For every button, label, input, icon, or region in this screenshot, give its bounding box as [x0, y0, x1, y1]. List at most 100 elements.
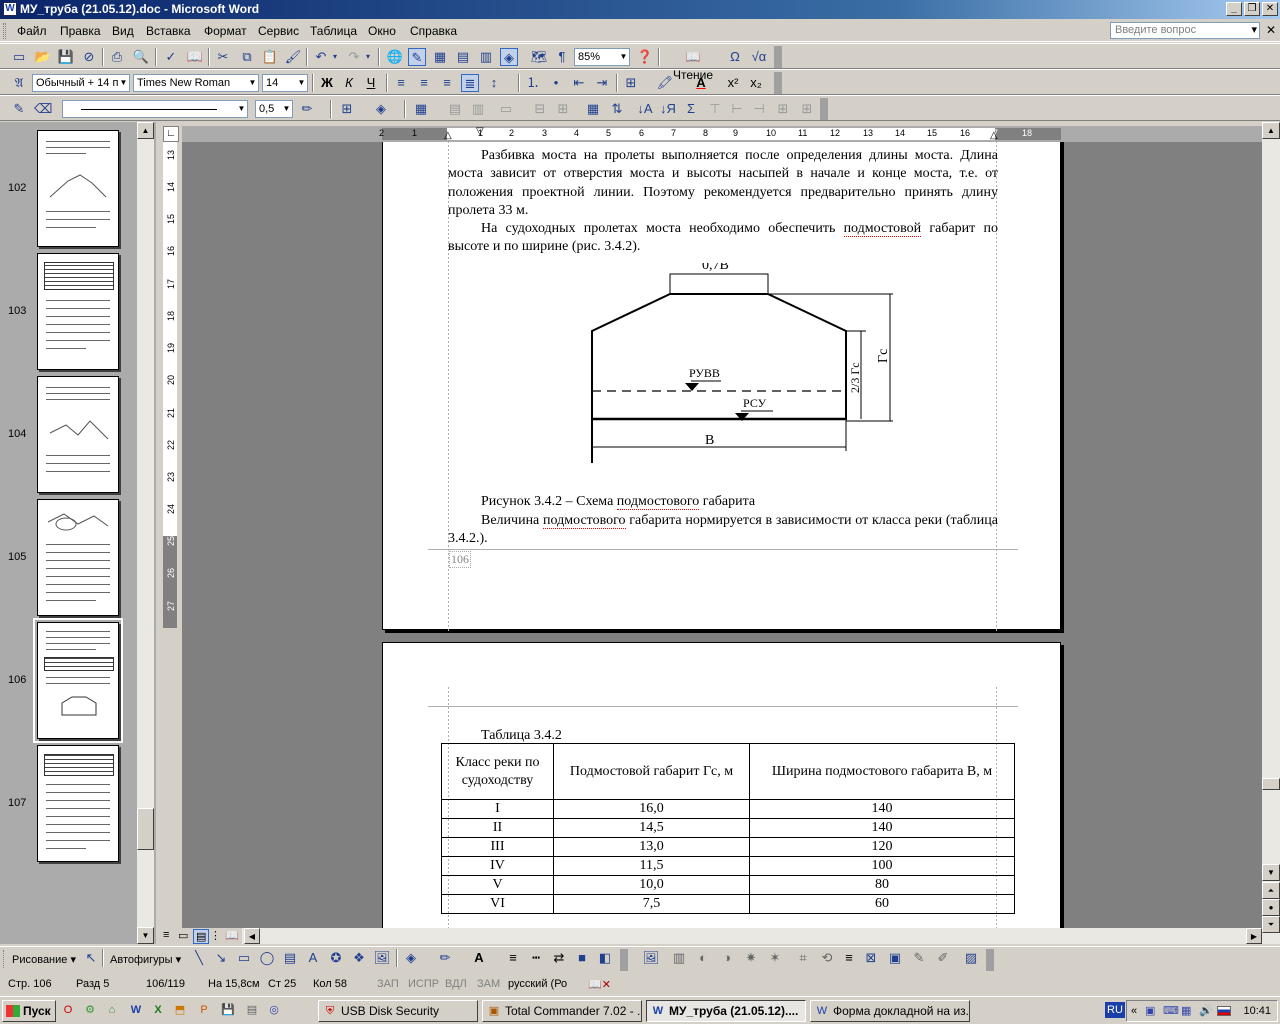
toolbar-options-icon[interactable]: [620, 949, 628, 971]
task-total-commander[interactable]: ▣ Total Commander 7.02 - ...: [482, 1000, 642, 1022]
autosum-icon[interactable]: Σ: [682, 100, 700, 118]
font-color-icon[interactable]: A: [692, 74, 710, 92]
network-icon[interactable]: ⌨: [1163, 1001, 1179, 1021]
status-record[interactable]: ЗАП: [377, 978, 399, 990]
sort-descending-icon[interactable]: ↓Я: [659, 100, 677, 118]
opera-icon[interactable]: O: [60, 1002, 76, 1018]
numbering-icon[interactable]: ⒈: [524, 74, 542, 92]
document-area[interactable]: Разбивка моста на пролеты выполняется по…: [182, 142, 1262, 928]
align-left-icon[interactable]: ≡: [392, 74, 410, 92]
line-weight-select[interactable]: 0,5 ▼: [255, 100, 293, 118]
scroll-down-icon[interactable]: ▼: [137, 927, 154, 944]
chevron-down-icon[interactable]: ▼: [118, 75, 129, 91]
print-preview-icon[interactable]: 🔍: [132, 48, 150, 66]
menu-insert[interactable]: Вставка: [146, 24, 191, 38]
picture-icon[interactable]: 🖼: [373, 949, 391, 967]
omega-symbol-icon[interactable]: Ω: [726, 48, 744, 66]
horizontal-ruler[interactable]: 2 1 1 2 3 4 5 6 7 8 9 10 11 12 13 14 15 …: [182, 126, 1262, 142]
table-tool-icon[interactable]: ⊣: [750, 100, 768, 118]
italic-button[interactable]: К: [340, 74, 358, 92]
draw-menu-button[interactable]: Рисование ▾: [12, 953, 76, 966]
dash-style-icon[interactable]: ┅: [527, 949, 545, 967]
table-row[interactable]: IV 11,5 100: [441, 856, 1015, 876]
horizontal-scrollbar[interactable]: ◀ ▶: [160, 928, 1262, 944]
spelling-icon[interactable]: ✓: [162, 48, 180, 66]
merge-cells-icon[interactable]: ▤: [446, 100, 464, 118]
tables-borders-icon[interactable]: ✎: [408, 48, 426, 66]
reading-view-icon[interactable]: 📖: [225, 929, 239, 942]
text-wrapping-icon[interactable]: ▣: [886, 949, 904, 967]
page-thumbnail[interactable]: [37, 253, 119, 370]
superscript-icon[interactable]: x²: [724, 74, 742, 92]
chevron-down-icon[interactable]: ▼: [618, 49, 629, 65]
russian-flag-icon[interactable]: [1217, 1001, 1231, 1021]
autoformat-icon[interactable]: ▦: [584, 100, 602, 118]
oval-icon[interactable]: ◯: [258, 949, 276, 967]
menu-file[interactable]: Файл: [17, 24, 47, 38]
quicklaunch-icon[interactable]: ⬒: [172, 1002, 188, 1018]
ask-question-box[interactable]: Введите вопрос ▾: [1110, 22, 1260, 39]
reset-picture-icon[interactable]: ▨: [962, 949, 980, 967]
text-direction-icon[interactable]: ⇅: [608, 100, 626, 118]
style-select[interactable]: Обычный + 14 п ▼: [32, 74, 130, 92]
draw-table-icon[interactable]: ✎: [10, 100, 28, 118]
undo-dropdown-icon[interactable]: ▾: [330, 48, 340, 66]
table-row[interactable]: I 16,0 140: [441, 799, 1015, 819]
arrow-style-icon[interactable]: ⇄: [550, 949, 568, 967]
increase-indent-icon[interactable]: ⇥: [593, 74, 611, 92]
cut-icon[interactable]: ✂: [214, 48, 232, 66]
quicklaunch-icon[interactable]: ⚙: [82, 1002, 98, 1018]
compress-icon[interactable]: ⊠: [862, 949, 880, 967]
hyperlink-icon[interactable]: 🌐: [386, 48, 404, 66]
page-107[interactable]: Таблица 3.4.2 Класс реки по судоходству …: [382, 642, 1061, 928]
open-folder-icon[interactable]: 📂: [34, 48, 52, 66]
border-color-icon[interactable]: ✏: [298, 100, 316, 118]
menu-edit[interactable]: Правка: [60, 24, 101, 38]
styles-icon[interactable]: 𝔄: [10, 74, 28, 92]
bold-button[interactable]: Ж: [318, 74, 336, 92]
table-tool-icon[interactable]: ⊞: [774, 100, 792, 118]
first-line-indent-icon[interactable]: ▽: [476, 126, 484, 137]
next-page-icon[interactable]: ⏷: [1262, 916, 1280, 933]
menu-window[interactable]: Окно: [368, 24, 396, 38]
text-box-icon[interactable]: ▤: [281, 949, 299, 967]
table-row[interactable]: V 10,0 80: [441, 875, 1015, 895]
toolbar-options-icon[interactable]: [986, 949, 994, 971]
line-style-select[interactable]: ▼: [62, 100, 248, 118]
line-color-icon[interactable]: ✏: [436, 949, 454, 967]
table-tool-icon[interactable]: ⊞: [798, 100, 816, 118]
excel-icon[interactable]: X: [150, 1002, 166, 1018]
picture-tool-icon[interactable]: ◐: [694, 949, 712, 967]
arrow-icon[interactable]: ↘: [212, 949, 230, 967]
status-overtype[interactable]: ЗАМ: [477, 978, 500, 990]
vertical-ruler[interactable]: 13 14 15 16 17 18 19 20 21 22 23 24 25 2…: [163, 142, 177, 628]
chevron-down-icon[interactable]: ▼: [236, 101, 247, 117]
decrease-indent-icon[interactable]: ⇤: [570, 74, 588, 92]
status-track-changes[interactable]: ИСПР: [408, 978, 439, 990]
menu-help[interactable]: Справка: [410, 24, 457, 38]
menu-format[interactable]: Формат: [204, 24, 247, 38]
crop-icon[interactable]: ⌗: [794, 949, 812, 967]
scroll-thumb[interactable]: [1262, 778, 1280, 790]
table-row[interactable]: II 14,5 140: [441, 818, 1015, 838]
quicklaunch-icon[interactable]: ▤: [244, 1002, 260, 1018]
underline-button[interactable]: Ч: [362, 74, 380, 92]
menu-tools[interactable]: Сервис: [258, 24, 299, 38]
table-row[interactable]: VI 7,5 60: [441, 894, 1015, 914]
rectangle-icon[interactable]: ▭: [235, 949, 253, 967]
toolbar-grip[interactable]: [3, 23, 6, 39]
toolbar-options-icon[interactable]: [774, 46, 782, 68]
picture-tool-icon[interactable]: ◑: [718, 949, 736, 967]
powerpoint-icon[interactable]: P: [196, 1002, 212, 1018]
chevron-down-icon[interactable]: ▼: [247, 75, 258, 91]
menu-view[interactable]: Вид: [112, 24, 134, 38]
chevron-down-icon[interactable]: ▼: [296, 75, 307, 91]
clock[interactable]: 10:41: [1243, 1001, 1271, 1021]
outline-view-icon[interactable]: ⋮: [210, 929, 221, 942]
task-word-form[interactable]: W Форма докладной на из...: [810, 1000, 970, 1022]
distribute-columns-icon[interactable]: ⊞: [554, 100, 572, 118]
outside-border-icon[interactable]: ⊞: [338, 100, 356, 118]
table-row[interactable]: III 13,0 120: [441, 837, 1015, 857]
line-style-icon[interactable]: ≡: [840, 949, 858, 967]
subscript-icon[interactable]: x₂: [747, 74, 765, 92]
